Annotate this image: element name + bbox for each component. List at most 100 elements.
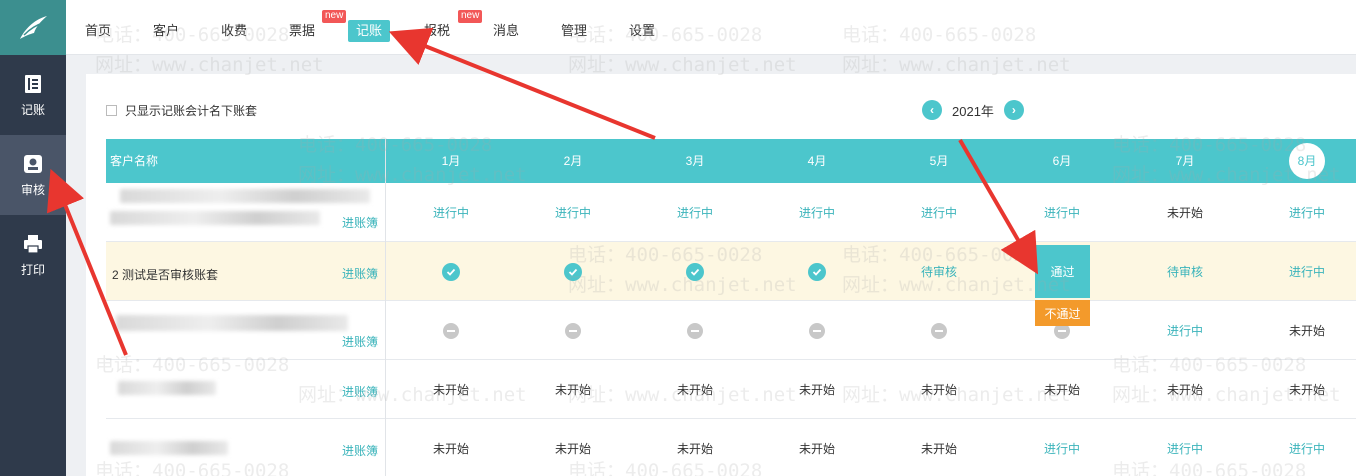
tab-messages[interactable]: 消息 xyxy=(493,20,519,42)
column-header-month: 6月 xyxy=(1052,154,1072,168)
tab-fees[interactable]: 收费 xyxy=(221,20,247,42)
left-sidebar: 记账 审核 打印 xyxy=(0,0,66,476)
status-cell xyxy=(685,242,705,301)
status-cell xyxy=(443,301,459,360)
column-header-month: 2月 xyxy=(563,154,583,168)
status-cell[interactable]: 进行中 xyxy=(1277,419,1337,476)
year-label: 2021年 xyxy=(952,103,994,119)
prev-year-button[interactable]: ‹ xyxy=(922,100,942,120)
status-cell: 未开始 xyxy=(798,383,835,397)
tab-invoices[interactable]: 票据 xyxy=(289,20,315,42)
wing-logo-icon xyxy=(20,15,47,39)
sidebar-item-label: 记账 xyxy=(20,102,45,117)
status-cell[interactable]: 进行中 xyxy=(909,183,969,242)
status-cell[interactable]: 待审核 xyxy=(1155,242,1215,301)
minus-circle-icon xyxy=(809,322,825,339)
app-logo xyxy=(0,0,66,55)
status-cell[interactable]: 进行中 xyxy=(1032,183,1092,242)
status-cell[interactable]: 进行中 xyxy=(787,183,847,242)
top-nav: 首页 客户 收费 票据 new 记账 报税 new 消息 管理 设置 xyxy=(66,0,1356,55)
status-cell: 未开始 xyxy=(1288,383,1325,397)
filter-checkbox[interactable] xyxy=(106,105,117,116)
status-cell: 未开始 xyxy=(1043,383,1080,397)
column-header-month: 3月 xyxy=(685,154,705,168)
status-cell[interactable]: 进行中 xyxy=(543,183,603,242)
tab-customers[interactable]: 客户 xyxy=(153,20,179,42)
status-cell: 未开始 xyxy=(432,383,469,397)
tab-tax[interactable]: 报税 xyxy=(424,20,450,42)
printer-icon xyxy=(22,233,44,255)
status-cell xyxy=(931,301,947,360)
column-header-current-month[interactable]: 8月 xyxy=(1289,143,1325,179)
status-cell: 未开始 xyxy=(554,442,591,456)
status-cell: 未开始 xyxy=(554,383,591,397)
customer-name: 2 测试是否审核账套 xyxy=(112,268,219,282)
status-cell[interactable]: 进行中 xyxy=(421,183,481,242)
minus-circle-icon xyxy=(687,322,703,339)
status-cell: 未开始 xyxy=(432,442,469,456)
table-row: 进账簿 进行中 未开始 xyxy=(106,301,1356,360)
status-cell: 未开始 xyxy=(1166,206,1203,220)
status-cell[interactable]: 进行中 xyxy=(665,183,725,242)
status-cell xyxy=(565,301,581,360)
new-badge: new xyxy=(458,10,483,23)
open-ledger-link[interactable]: 进账簿 xyxy=(342,333,378,350)
redacted-name xyxy=(110,441,228,455)
review-popup: 通过 xyxy=(1035,245,1090,298)
status-cell: 未开始 xyxy=(1288,324,1325,338)
minus-circle-icon xyxy=(443,322,459,339)
check-icon xyxy=(564,262,582,281)
sidebar-item-ledger[interactable]: 记账 xyxy=(0,55,66,135)
table-row: 进账簿 未开始 未开始 未开始 未开始 未开始 未开始 未开始 未开始 xyxy=(106,360,1356,419)
redacted-name xyxy=(120,189,370,203)
status-cell: 未开始 xyxy=(798,442,835,456)
accountant-filter[interactable]: 只显示记账会计名下账套 xyxy=(106,102,257,119)
status-cell[interactable]: 进行中 xyxy=(1032,419,1092,476)
status-cell: 未开始 xyxy=(920,442,957,456)
status-cell: 未开始 xyxy=(920,383,957,397)
status-cell xyxy=(807,242,827,301)
status-cell[interactable]: 进行中 xyxy=(1155,301,1215,360)
new-badge: new xyxy=(322,10,347,23)
column-header-month: 4月 xyxy=(807,154,827,168)
redacted-name xyxy=(118,381,216,395)
open-ledger-link[interactable]: 进账簿 xyxy=(342,442,378,459)
tab-management[interactable]: 管理 xyxy=(561,20,587,42)
next-year-button[interactable]: › xyxy=(1003,100,1024,120)
column-header-month: 7月 xyxy=(1175,154,1195,168)
column-header-month: 1月 xyxy=(441,154,461,168)
tab-bookkeeping[interactable]: 记账 xyxy=(348,20,391,42)
status-cell[interactable]: 待审核 xyxy=(909,242,969,301)
table-row: 进账簿 未开始 未开始 未开始 未开始 未开始 进行中 进行中 进行中 xyxy=(106,419,1356,476)
approve-button[interactable]: 通过 xyxy=(1035,245,1090,298)
tab-home[interactable]: 首页 xyxy=(85,20,111,42)
reject-button[interactable]: 不通过 xyxy=(1035,300,1090,326)
column-header-month: 5月 xyxy=(929,154,949,168)
open-ledger-link[interactable]: 进账簿 xyxy=(342,383,378,400)
status-cell[interactable]: 进行中 xyxy=(1277,242,1337,301)
tab-settings[interactable]: 设置 xyxy=(629,20,655,42)
sidebar-item-print[interactable]: 打印 xyxy=(0,215,66,295)
column-header-customer: 客户名称 xyxy=(110,154,159,168)
status-cell: 未开始 xyxy=(1166,383,1203,397)
sidebar-item-label: 审核 xyxy=(20,182,45,197)
status-cell[interactable]: 进行中 xyxy=(1155,419,1215,476)
status-cell: 未开始 xyxy=(676,442,713,456)
check-icon xyxy=(442,262,460,281)
ledger-icon xyxy=(22,73,44,95)
table-header: 客户名称 1月 2月 3月 4月 5月 6月 7月 8月 xyxy=(106,139,1356,183)
minus-circle-icon xyxy=(931,322,947,339)
status-cell xyxy=(441,242,461,301)
open-ledger-link[interactable]: 进账簿 xyxy=(342,214,378,231)
check-icon xyxy=(808,262,826,281)
minus-circle-icon xyxy=(565,322,581,339)
sidebar-item-audit[interactable]: 审核 xyxy=(0,135,66,215)
open-ledger-link[interactable]: 进账簿 xyxy=(342,265,378,282)
status-cell xyxy=(687,301,703,360)
audit-stamp-icon xyxy=(22,153,44,175)
status-cell: 未开始 xyxy=(676,383,713,397)
status-cell[interactable]: 进行中 xyxy=(1277,183,1337,242)
redacted-name xyxy=(116,315,348,331)
table-row: 2 测试是否审核账套 进账簿 待审核 待审核 进行中 xyxy=(106,242,1356,301)
column-divider xyxy=(385,139,386,476)
